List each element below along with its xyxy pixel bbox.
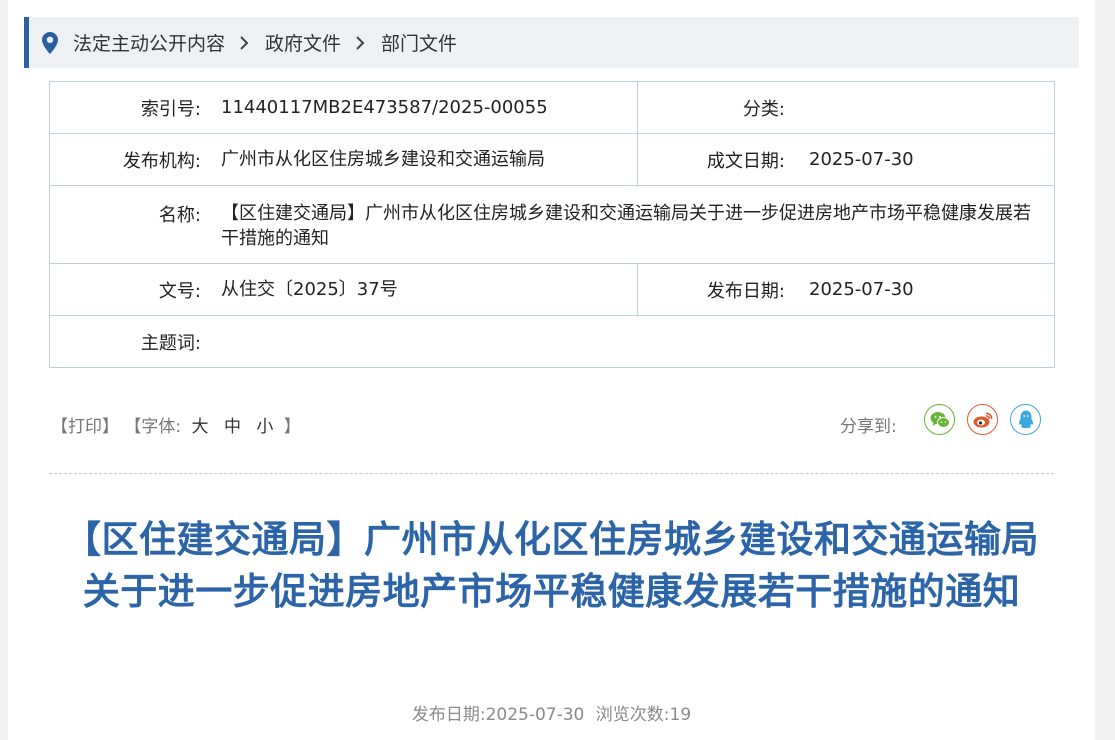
publish-date-label: 发布日期: <box>706 280 785 302</box>
font-size-large-button[interactable]: 大 <box>192 417 209 437</box>
document-metadata-table: 索引号: 11440117MB2E473587/2025-00055 分类: 发… <box>49 81 1055 368</box>
views-label: 浏览次数: <box>595 705 670 725</box>
weibo-icon <box>973 412 992 427</box>
font-size-close-bracket: 】 <box>283 417 301 437</box>
share-label: 分享到: <box>840 417 897 437</box>
doc-number-value: 从住交〔2025〕37号 <box>221 279 398 300</box>
publish-date-value: 2025-07-30 <box>485 705 585 725</box>
share-wechat-button[interactable] <box>924 404 955 435</box>
share-qq-button[interactable] <box>1010 404 1041 435</box>
wechat-icon <box>930 411 950 428</box>
keywords-label: 主题词: <box>140 332 201 354</box>
qq-icon <box>1018 410 1033 429</box>
chevron-right-icon <box>355 35 365 50</box>
index-number-label: 索引号: <box>140 98 201 120</box>
breadcrumb-item-dept-docs[interactable]: 部门文件 <box>381 29 457 56</box>
name-label: 名称: <box>158 204 201 226</box>
font-size-medium-button[interactable]: 中 <box>224 417 241 437</box>
font-size-label: 【字体: <box>124 417 182 437</box>
content-panel: 法定主动公开内容 政府文件 部门文件 索引号: 11440117MB2E4735… <box>8 0 1095 740</box>
divider <box>49 473 1054 474</box>
chevron-right-icon <box>239 35 249 50</box>
font-tools: 【打印】 【字体: 大 中 小 】 <box>51 412 301 437</box>
right-gutter <box>1095 0 1115 740</box>
publish-date-label: 发布日期: <box>411 705 486 725</box>
map-pin-icon <box>42 31 58 54</box>
print-button[interactable]: 【打印】 <box>51 417 119 437</box>
breadcrumb: 法定主动公开内容 政府文件 部门文件 <box>24 17 1079 68</box>
publisher-label: 发布机构: <box>122 150 201 172</box>
publisher-value: 广州市从化区住房城乡建设和交通运输局 <box>221 149 545 170</box>
breadcrumb-item-gov-docs[interactable]: 政府文件 <box>265 29 341 56</box>
article-title: 【区住建交通局】广州市从化区住房城乡建设和交通运输局关于进一步促进房地产市场平稳… <box>64 518 1039 613</box>
article-toolbar: 【打印】 【字体: 大 中 小 】 分享到: <box>49 404 1054 444</box>
views-count: 19 <box>669 705 692 725</box>
written-date-label: 成文日期: <box>706 150 785 172</box>
font-size-small-button[interactable]: 小 <box>256 417 273 437</box>
index-number-value: 11440117MB2E473587/2025-00055 <box>221 97 548 118</box>
share-weibo-button[interactable] <box>967 404 998 435</box>
doc-number-label: 文号: <box>158 280 201 302</box>
article-publish-info: 发布日期:2025-07-30 浏览次数:19 <box>49 700 1054 725</box>
written-date-value: 2025-07-30 <box>809 149 914 170</box>
breadcrumb-item-public-content[interactable]: 法定主动公开内容 <box>73 29 225 56</box>
publish-date-value: 2025-07-30 <box>809 279 914 300</box>
name-value: 【区住建交通局】广州市从化区住房城乡建设和交通运输局关于进一步促进房地产市场平稳… <box>221 202 1031 249</box>
category-label: 分类: <box>742 98 785 120</box>
